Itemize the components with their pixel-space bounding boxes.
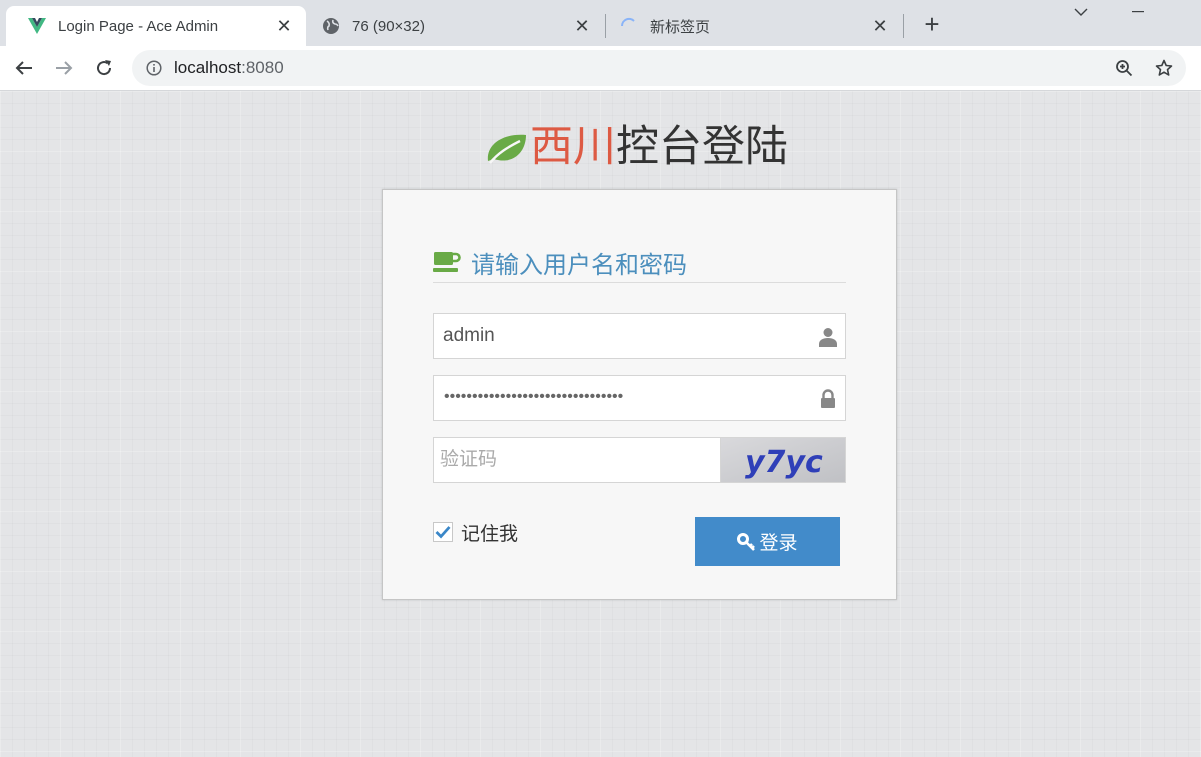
tab-search-icon[interactable]	[1069, 2, 1093, 22]
login-box: 请输入用户名和密码 ••••••••••••••••••••••••••••••…	[382, 189, 897, 600]
login-button-label: 登录	[759, 533, 798, 554]
tab-close-icon[interactable]: ✕	[274, 16, 294, 36]
checkmark-icon	[435, 526, 451, 539]
url-host: localhost	[174, 58, 242, 77]
remember-checkbox[interactable]	[433, 522, 453, 542]
address-bar[interactable]: localhost:8080	[132, 50, 1186, 86]
new-tab-button[interactable]: +	[918, 9, 946, 39]
captcha-image[interactable]: y7yc	[720, 437, 846, 483]
globe-icon	[322, 17, 340, 35]
url-port: :8080	[241, 58, 284, 77]
password-field[interactable]: ••••••••••••••••••••••••••••••••	[433, 375, 846, 421]
coffee-cup-icon	[433, 252, 461, 272]
browser-tabstrip: Login Page - Ace Admin ✕ 76 (90×32) ✕ 新标…	[0, 0, 1201, 46]
vue-logo-icon	[28, 17, 46, 35]
login-header: 请输入用户名和密码	[433, 242, 846, 283]
forward-arrow-icon[interactable]	[49, 53, 79, 83]
remember-me[interactable]: 记住我	[433, 520, 519, 545]
user-icon	[819, 326, 837, 348]
tab-title: 新标签页	[650, 18, 711, 36]
remember-label: 记住我	[461, 523, 519, 545]
tab-close-icon[interactable]: ✕	[870, 16, 890, 36]
info-icon[interactable]	[144, 58, 164, 78]
brand-title: 西川 控台登陆	[484, 122, 788, 172]
brand-title-accent: 西川	[530, 123, 616, 171]
loading-spinner-icon	[620, 17, 638, 35]
url-text: localhost:8080	[174, 58, 284, 78]
zoom-icon[interactable]	[1114, 58, 1134, 78]
login-button[interactable]: 登录	[695, 517, 840, 566]
back-arrow-icon[interactable]	[9, 53, 39, 83]
username-input[interactable]	[434, 314, 845, 358]
browser-tab[interactable]: 新标签页 ✕	[606, 6, 902, 46]
password-input[interactable]: ••••••••••••••••••••••••••••••••	[444, 388, 623, 406]
username-field[interactable]	[433, 313, 846, 359]
login-header-text: 请输入用户名和密码	[471, 251, 687, 279]
browser-tab-active[interactable]: Login Page - Ace Admin ✕	[6, 6, 306, 46]
captcha-input[interactable]	[434, 438, 720, 482]
bookmark-star-icon[interactable]	[1154, 58, 1174, 78]
leaf-icon	[487, 134, 526, 164]
reload-icon[interactable]	[89, 53, 119, 83]
key-icon	[737, 532, 756, 551]
browser-tab[interactable]: 76 (90×32) ✕	[306, 6, 604, 46]
tab-title: 76 (90×32)	[352, 17, 425, 35]
captcha-field[interactable]	[433, 437, 721, 483]
browser-toolbar: localhost:8080	[0, 46, 1201, 91]
captcha-text: y7yc	[745, 445, 823, 480]
tab-close-icon[interactable]: ✕	[572, 16, 592, 36]
minimize-icon[interactable]	[1126, 2, 1150, 22]
tab-title: Login Page - Ace Admin	[58, 17, 219, 35]
lock-icon	[819, 388, 837, 410]
tab-separator	[903, 14, 904, 38]
brand-title-main: 控台登陆	[616, 123, 788, 171]
